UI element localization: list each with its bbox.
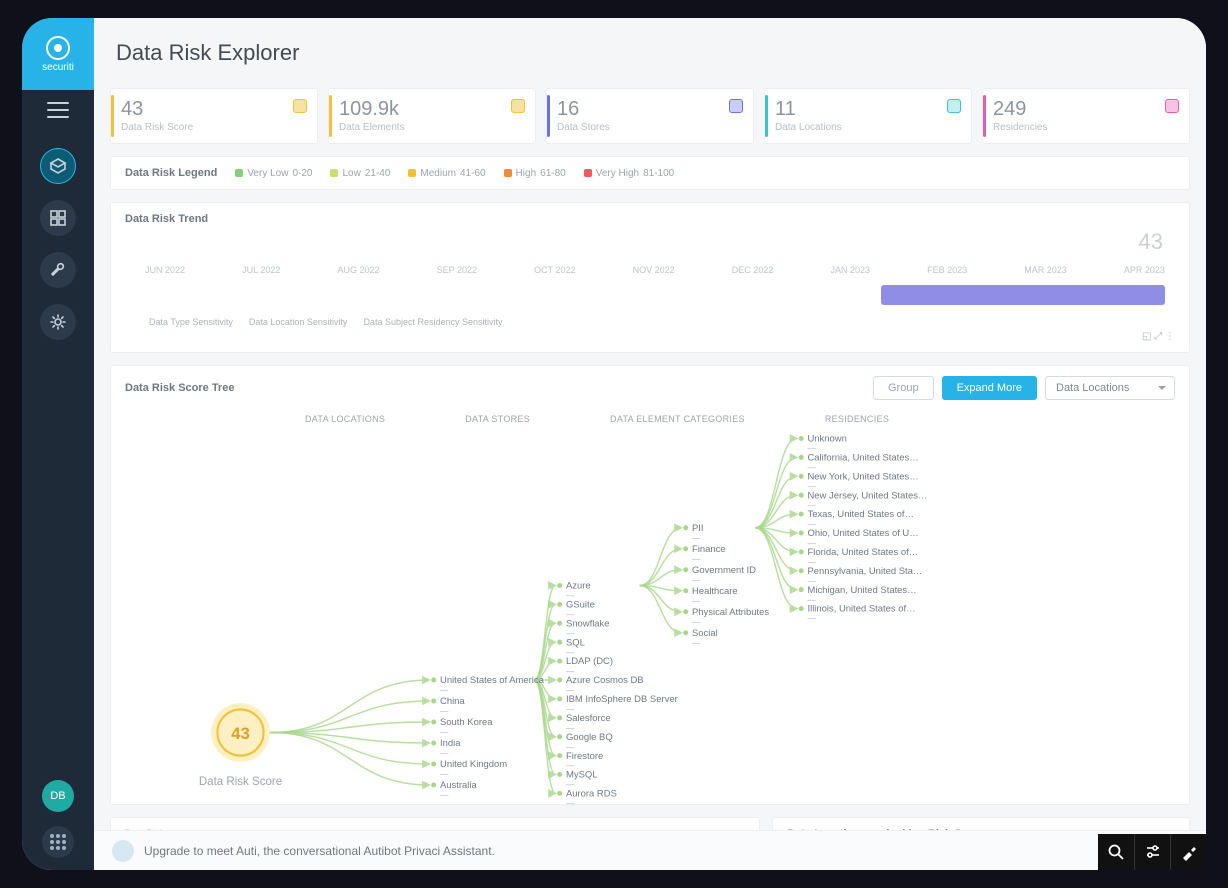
trend-sublegend: Data Type Sensitivity Data Location Sens… xyxy=(125,317,1175,327)
user-avatar[interactable]: DB xyxy=(42,780,74,812)
kpi-row: 43 Data Risk Score 109.9k Data Elements … xyxy=(110,88,1190,144)
svg-text:—: — xyxy=(692,595,701,605)
kpi-icon xyxy=(293,99,307,113)
kpi-data-locations[interactable]: 11 Data Locations xyxy=(764,88,972,144)
kpi-data-elements[interactable]: 109.9k Data Elements xyxy=(328,88,536,144)
trend-panel: Data Risk Trend 43 JUN 2022JUL 2022AUG 2… xyxy=(110,202,1190,353)
svg-text:Texas, United States of…: Texas, United States of… xyxy=(808,509,914,520)
assistant-banner[interactable]: Upgrade to meet Auti, the conversational… xyxy=(94,830,1206,870)
sliders-tool-icon[interactable] xyxy=(1134,834,1170,870)
nav-item-settings[interactable] xyxy=(40,304,76,340)
kpi-icon xyxy=(947,99,961,113)
dashboard-icon xyxy=(49,209,67,227)
legend-very-high: Very High 81-100 xyxy=(584,168,675,179)
svg-text:—: — xyxy=(440,727,449,737)
kpi-residencies[interactable]: 249 Residencies xyxy=(982,88,1190,144)
sidebar: securiti DB xyxy=(22,18,94,870)
svg-text:Physical Attributes: Physical Attributes xyxy=(692,607,769,618)
nav-item-tools[interactable] xyxy=(40,252,76,288)
main-area: Data Risk Explorer 43 Data Risk Score 10… xyxy=(94,18,1206,870)
svg-text:Ohio, United States of U…: Ohio, United States of U… xyxy=(808,528,919,539)
svg-text:—: — xyxy=(808,613,817,623)
build-tool-icon[interactable] xyxy=(1170,834,1206,870)
group-button[interactable]: Group xyxy=(873,376,934,400)
svg-text:—: — xyxy=(440,706,449,716)
expand-more-button[interactable]: Expand More xyxy=(942,376,1037,400)
svg-text:New York, United States…: New York, United States… xyxy=(808,471,919,482)
gear-icon xyxy=(49,313,67,331)
chat-icon xyxy=(112,840,134,862)
svg-text:—: — xyxy=(692,616,701,626)
svg-text:—: — xyxy=(692,553,701,563)
content: 43 Data Risk Score 109.9k Data Elements … xyxy=(94,88,1206,870)
menu-toggle-icon[interactable] xyxy=(47,102,69,118)
svg-text:United Kingdom: United Kingdom xyxy=(440,759,507,770)
legend-low: Low 21-40 xyxy=(330,168,390,179)
nav-item-data-risk[interactable] xyxy=(40,148,76,184)
nav-item-assets[interactable] xyxy=(40,200,76,236)
cube-icon xyxy=(49,157,67,175)
legend-title: Data Risk Legend xyxy=(125,167,217,179)
legend-high: High 61-80 xyxy=(504,168,566,179)
svg-text:—: — xyxy=(692,532,701,542)
legend-medium: Medium 41-60 xyxy=(408,168,485,179)
trend-latest-value: 43 xyxy=(1139,229,1163,255)
trend-toolbar[interactable]: ◱ ⤢ ⋮ xyxy=(125,327,1175,342)
svg-text:—: — xyxy=(692,637,701,647)
tree-chart[interactable]: 43 Data Risk Score United States of xyxy=(125,428,1175,788)
svg-text:California, United States…: California, United States… xyxy=(808,453,919,464)
svg-text:—: — xyxy=(440,769,449,779)
assistant-text: Upgrade to meet Auti, the conversational… xyxy=(144,844,495,858)
svg-text:Florida, United States of…: Florida, United States of… xyxy=(808,547,919,558)
kpi-data-stores[interactable]: 16 Data Stores xyxy=(546,88,754,144)
dev-toolbar xyxy=(1098,834,1206,870)
svg-text:Government ID: Government ID xyxy=(692,565,756,576)
trend-title: Data Risk Trend xyxy=(125,213,1175,225)
tree-column-headers: DATA LOCATIONS DATA STORES DATA ELEMENT … xyxy=(125,414,1175,424)
wrench-icon xyxy=(49,261,67,279)
page-header: Data Risk Explorer xyxy=(94,18,1206,88)
trend-x-axis: JUN 2022JUL 2022AUG 2022 SEP 2022OCT 202… xyxy=(145,265,1165,275)
svg-text:Illinois, United States of…: Illinois, United States of… xyxy=(808,604,916,615)
legend-very-low: Very Low 0-20 xyxy=(235,168,312,179)
svg-text:Data Risk Score: Data Risk Score xyxy=(199,776,282,788)
search-tool-icon[interactable] xyxy=(1098,834,1134,870)
legend-panel: Data Risk Legend Very Low 0-20 Low 21-40… xyxy=(110,156,1190,190)
page-title: Data Risk Explorer xyxy=(116,40,299,66)
brand-logo[interactable]: securiti xyxy=(22,18,94,90)
svg-text:—: — xyxy=(566,798,575,806)
svg-text:—: — xyxy=(692,574,701,584)
trend-bar xyxy=(881,285,1165,305)
svg-text:United States of America: United States of America xyxy=(440,675,545,686)
app-launcher-icon[interactable] xyxy=(42,826,74,858)
tree-dimension-select[interactable]: Data Locations xyxy=(1045,376,1175,400)
svg-text:IBM InfoSphere DB Server: IBM InfoSphere DB Server xyxy=(566,694,678,705)
logo-icon xyxy=(46,36,70,60)
brand-name: securiti xyxy=(42,62,74,73)
kpi-icon xyxy=(511,99,525,113)
kpi-icon xyxy=(729,99,743,113)
trend-chart: 43 JUN 2022JUL 2022AUG 2022 SEP 2022OCT … xyxy=(125,235,1175,305)
svg-text:43: 43 xyxy=(231,724,250,743)
svg-text:—: — xyxy=(440,748,449,758)
svg-text:—: — xyxy=(440,685,449,695)
svg-text:Azure Cosmos DB: Azure Cosmos DB xyxy=(566,675,644,686)
svg-text:—: — xyxy=(440,790,449,800)
svg-text:Pennsylvania, United Sta…: Pennsylvania, United Sta… xyxy=(808,566,923,577)
tree-panel: Data Risk Score Tree Group Expand More D… xyxy=(110,365,1190,805)
kpi-icon xyxy=(1165,99,1179,113)
svg-text:New Jersey, United States…: New Jersey, United States… xyxy=(808,490,928,501)
tree-title: Data Risk Score Tree xyxy=(125,382,234,394)
kpi-data-risk-score[interactable]: 43 Data Risk Score xyxy=(110,88,318,144)
svg-text:Michigan, United States…: Michigan, United States… xyxy=(808,585,917,596)
